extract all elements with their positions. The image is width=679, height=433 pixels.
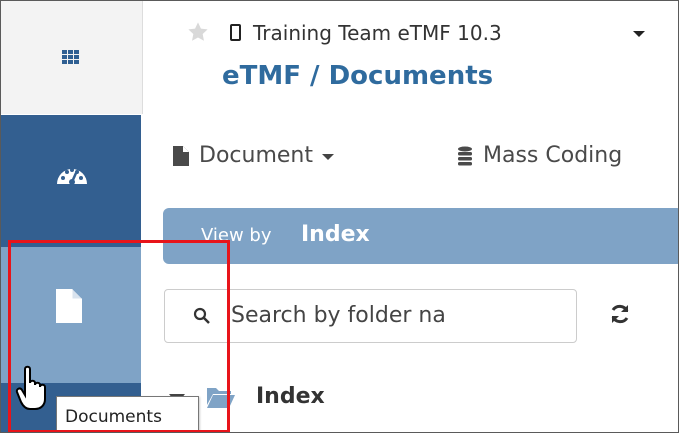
tachometer-icon <box>57 168 87 185</box>
document-menu-label: Document <box>199 143 313 168</box>
mass-coding-label: Mass Coding <box>483 143 623 168</box>
caret-down-icon <box>321 153 334 160</box>
caret-down-icon[interactable] <box>633 31 645 37</box>
search-placeholder: Search by folder na <box>231 303 446 328</box>
apps-menu-button[interactable] <box>1 1 143 114</box>
view-by-value: Index <box>301 222 370 247</box>
view-by-panel[interactable]: View by Index <box>163 208 678 264</box>
highlight-box <box>8 240 230 432</box>
mass-coding-button[interactable]: Mass Coding <box>457 143 622 168</box>
app-frame: Training Team eTMF 10.3 eTMF / Documents <box>0 0 679 433</box>
top-header: Training Team eTMF 10.3 eTMF / Documents <box>1 1 678 114</box>
database-icon <box>458 146 472 165</box>
file-solid-icon <box>173 145 189 166</box>
apps-grid-icon <box>62 50 79 65</box>
star-icon[interactable] <box>187 21 209 43</box>
refresh-icon[interactable] <box>609 303 631 325</box>
page-title: eTMF / Documents <box>222 61 494 91</box>
study-selector[interactable]: Training Team eTMF 10.3 <box>253 21 502 45</box>
sidebar-item-dashboard[interactable] <box>1 115 141 247</box>
tree-root-index[interactable]: Index <box>256 384 325 409</box>
document-menu-button[interactable]: Document <box>173 143 334 168</box>
mobile-phone-icon <box>230 24 241 41</box>
